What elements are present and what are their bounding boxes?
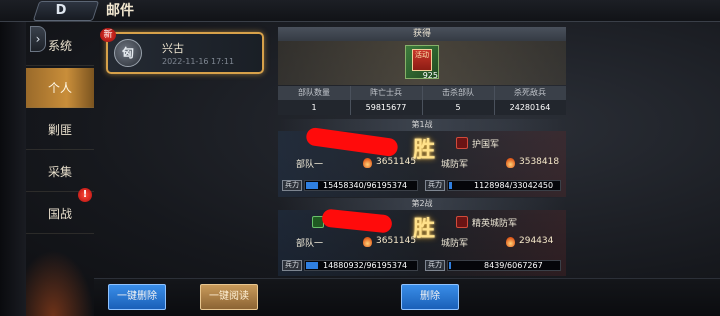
power-flame-icon	[506, 158, 515, 168]
battle-title: 第2战	[278, 198, 566, 210]
enemy-power: 294434	[519, 236, 554, 246]
enemy-power: 3538418	[519, 157, 560, 167]
gain-header: 获得	[278, 27, 566, 41]
troops-label: 兵力	[282, 180, 302, 191]
mail-sender: 兴古	[162, 42, 184, 55]
enemy-troops-bar: 8439/6067267	[447, 260, 561, 271]
read-all-button[interactable]: 一键阅读	[200, 284, 258, 310]
page-title: 邮件	[106, 3, 134, 19]
troops-fill	[306, 262, 318, 269]
stats-row: 1 59815677 5 24280164	[278, 100, 566, 115]
power-flame-icon	[363, 237, 372, 247]
delete-all-button[interactable]: 一键删除	[108, 284, 166, 310]
item-count: 925	[422, 71, 438, 80]
event-token-icon: 活动	[412, 49, 432, 71]
own-troops-bar: 15458340/96195374	[304, 180, 418, 191]
enemy-crest-icon	[456, 137, 468, 149]
alert-badge-icon: !	[78, 188, 92, 202]
enemy-army-label: 城防军	[441, 239, 469, 249]
delete-button[interactable]: 删除	[401, 284, 459, 310]
enemy-army-label: 城防军	[441, 160, 469, 170]
own-power: 3651145	[376, 157, 417, 167]
troops-label: 兵力	[425, 260, 445, 271]
power-flame-icon	[363, 158, 372, 168]
enemy-name: 精英城防军	[472, 219, 518, 229]
category-tabs: 系统 个人 剿匪 采集 国战 !	[26, 24, 94, 274]
own-army-name: 部队一	[296, 160, 324, 170]
victory-mark: 胜	[413, 216, 436, 242]
back-icon[interactable]: D	[44, 3, 78, 18]
enemy-name: 护国军	[472, 140, 500, 150]
tab-national-war[interactable]: 国战 !	[26, 188, 94, 234]
troops-fill	[449, 182, 452, 189]
mail-time: 2022-11-16 17:11	[162, 57, 235, 66]
troops-label: 兵力	[282, 260, 302, 271]
troops-fill	[449, 262, 451, 269]
tab-gather[interactable]: 采集	[26, 152, 94, 192]
enemy-crest-icon	[456, 216, 468, 228]
own-army-name: 部队一	[296, 239, 324, 249]
own-troops-bar: 14880932/96195374	[304, 260, 418, 271]
troops-fill	[306, 182, 318, 189]
troops-label: 兵力	[425, 180, 445, 191]
tab-system[interactable]: 系统	[26, 26, 94, 66]
tab-personal[interactable]: 个人	[26, 68, 94, 108]
enemy-troops-bar: 1128984/33042450	[447, 180, 561, 191]
new-badge: 新	[100, 28, 116, 42]
power-flame-icon	[506, 237, 515, 247]
victory-mark: 胜	[413, 137, 436, 163]
own-power: 3651145	[376, 236, 417, 246]
tab-bandit[interactable]: 剿匪	[26, 110, 94, 150]
left-edge-panel	[0, 22, 26, 316]
stats-header: 部队数量 阵亡士兵 击杀部队 杀死敌兵	[278, 86, 566, 100]
avatar: 匈	[114, 39, 142, 67]
